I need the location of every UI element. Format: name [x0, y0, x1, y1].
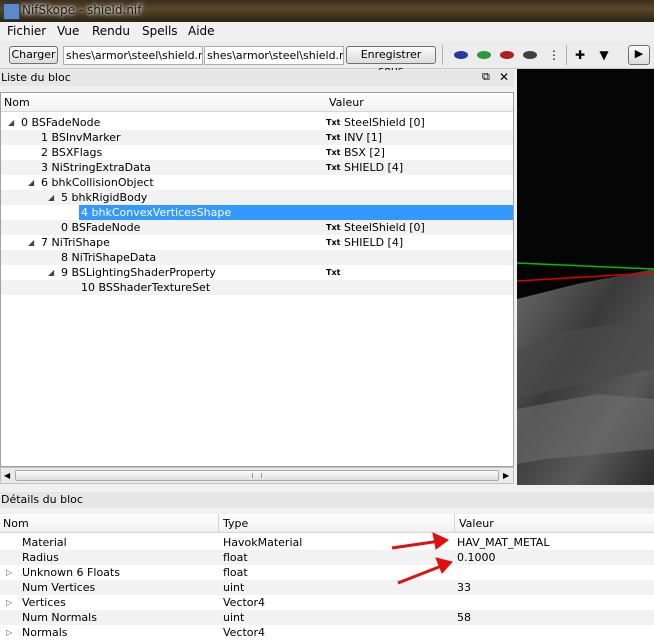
arrow-to-material [391, 532, 449, 550]
arrow-to-radius [397, 557, 453, 585]
annotation-overlay [391, 532, 453, 585]
